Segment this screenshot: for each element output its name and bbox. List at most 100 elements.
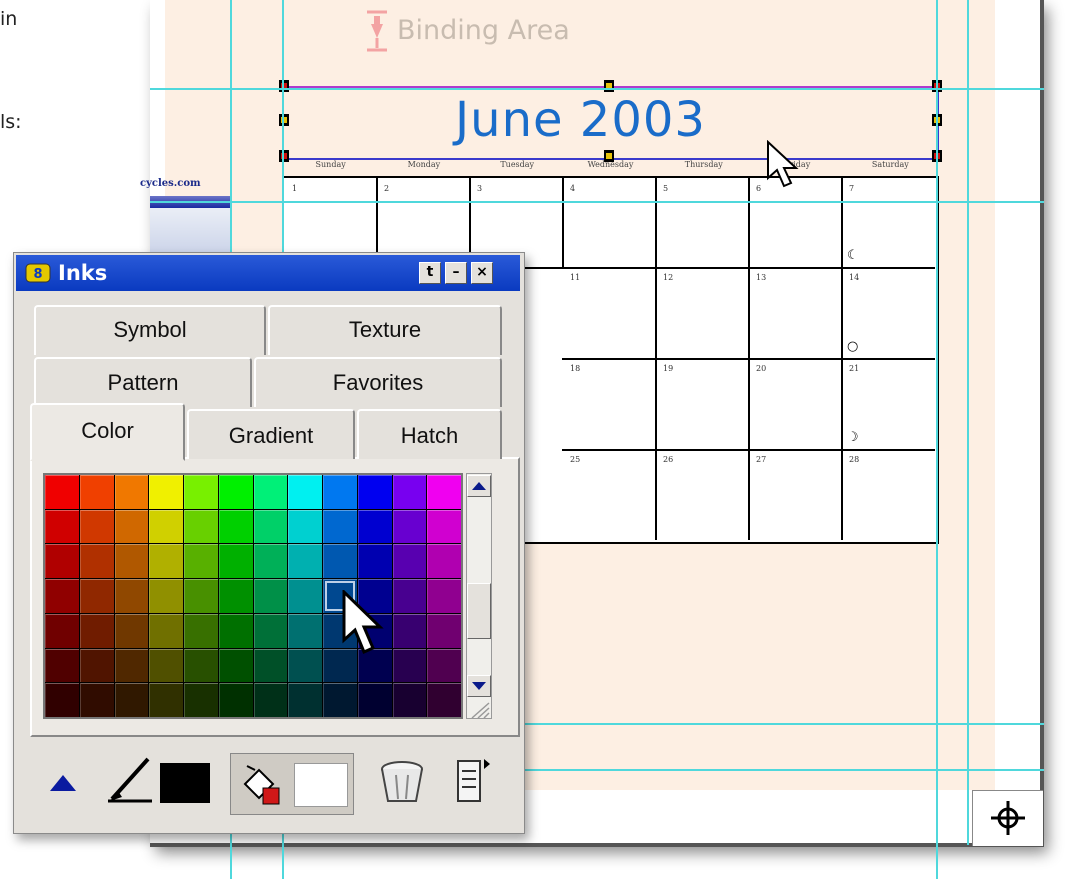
day-cell[interactable]: 4	[562, 178, 657, 269]
color-swatch[interactable]	[114, 613, 149, 648]
guide-line[interactable]	[936, 0, 938, 879]
resize-handle[interactable]	[279, 114, 289, 126]
color-swatch[interactable]	[357, 544, 392, 579]
color-swatch[interactable]	[45, 579, 79, 613]
color-swatch[interactable]	[79, 683, 114, 717]
color-swatch[interactable]	[79, 544, 114, 579]
color-swatch[interactable]	[45, 648, 79, 683]
panel-menu-icon[interactable]	[456, 757, 492, 807]
color-swatch[interactable]	[149, 579, 183, 613]
color-swatch[interactable]	[427, 509, 461, 544]
color-swatch[interactable]	[357, 683, 392, 717]
color-swatch[interactable]	[218, 475, 253, 509]
color-swatch[interactable]	[184, 475, 218, 509]
inks-titlebar[interactable]: 8 Inks t – ×	[16, 255, 520, 291]
color-swatch[interactable]	[114, 579, 149, 613]
color-swatch[interactable]	[45, 683, 79, 717]
tab-gradient[interactable]: Gradient	[187, 409, 355, 459]
color-swatch[interactable]	[357, 509, 392, 544]
color-swatch[interactable]	[288, 509, 322, 544]
tab-favorites[interactable]: Favorites	[254, 357, 502, 407]
color-swatch[interactable]	[45, 544, 79, 579]
color-swatch[interactable]	[79, 648, 114, 683]
color-swatch[interactable]	[427, 648, 461, 683]
pen-icon[interactable]	[104, 753, 158, 805]
color-swatch[interactable]	[253, 579, 288, 613]
color-swatch[interactable]	[392, 648, 427, 683]
color-swatch[interactable]	[114, 475, 149, 509]
tab-hatch[interactable]: Hatch	[357, 409, 502, 459]
color-swatch[interactable]	[218, 683, 253, 717]
day-cell[interactable]: 12	[655, 267, 750, 360]
color-swatch[interactable]	[288, 683, 322, 717]
color-swatch[interactable]	[253, 648, 288, 683]
day-cell[interactable]: 19	[655, 358, 750, 451]
color-swatch[interactable]	[218, 613, 253, 648]
fill-color-swatch[interactable]	[294, 763, 348, 807]
day-cell[interactable]: 13	[748, 267, 843, 360]
color-swatch[interactable]	[392, 544, 427, 579]
color-swatch[interactable]	[427, 475, 461, 509]
color-swatch[interactable]	[218, 544, 253, 579]
color-swatch[interactable]	[79, 475, 114, 509]
color-swatch[interactable]	[253, 683, 288, 717]
color-swatch[interactable]	[427, 613, 461, 648]
scroll-up-button[interactable]	[467, 475, 491, 497]
resize-handle[interactable]	[279, 80, 289, 92]
color-swatch[interactable]	[323, 475, 357, 509]
tab-color[interactable]: Color	[30, 403, 185, 461]
tab-symbol[interactable]: Symbol	[34, 305, 266, 355]
guide-line[interactable]	[150, 201, 1044, 203]
guide-line[interactable]	[967, 0, 969, 845]
trash-icon[interactable]	[376, 755, 428, 807]
day-cell[interactable]: 20	[748, 358, 843, 451]
color-swatch[interactable]	[149, 613, 183, 648]
calendar-title[interactable]: June 2003	[455, 92, 706, 148]
collapse-button[interactable]: t	[419, 262, 441, 284]
color-swatch[interactable]	[392, 579, 427, 613]
color-swatch[interactable]	[149, 648, 183, 683]
day-cell[interactable]: 28	[841, 449, 935, 540]
color-swatch[interactable]	[427, 544, 461, 579]
color-swatch[interactable]	[253, 544, 288, 579]
color-swatch[interactable]	[184, 544, 218, 579]
tab-texture[interactable]: Texture	[268, 305, 502, 355]
color-swatch[interactable]	[184, 613, 218, 648]
color-swatch[interactable]	[392, 613, 427, 648]
day-cell[interactable]: 27	[748, 449, 843, 540]
day-cell[interactable]: 21 ☽	[841, 358, 935, 451]
day-cell[interactable]: 25	[562, 449, 657, 540]
color-swatch[interactable]	[427, 579, 461, 613]
pen-color-swatch[interactable]	[160, 763, 210, 803]
color-swatch[interactable]	[114, 509, 149, 544]
color-swatch[interactable]	[79, 509, 114, 544]
color-swatch[interactable]	[288, 544, 322, 579]
expand-triangle-icon[interactable]	[48, 771, 78, 795]
color-swatch[interactable]	[184, 579, 218, 613]
color-swatch[interactable]	[184, 683, 218, 717]
color-swatch[interactable]	[218, 579, 253, 613]
color-swatch[interactable]	[114, 648, 149, 683]
color-swatch[interactable]	[149, 475, 183, 509]
day-cell[interactable]: 26	[655, 449, 750, 540]
color-swatch[interactable]	[323, 509, 357, 544]
color-palette[interactable]	[43, 473, 463, 719]
color-swatch[interactable]	[114, 544, 149, 579]
color-swatch[interactable]	[45, 509, 79, 544]
color-swatch[interactable]	[218, 509, 253, 544]
color-swatch[interactable]	[253, 613, 288, 648]
day-cell[interactable]: 5	[655, 178, 750, 269]
color-swatch[interactable]	[45, 613, 79, 648]
color-swatch[interactable]	[149, 544, 183, 579]
color-swatch[interactable]	[392, 509, 427, 544]
color-swatch[interactable]	[392, 475, 427, 509]
day-cell[interactable]: 14 ○	[841, 267, 935, 360]
color-swatch[interactable]	[288, 648, 322, 683]
day-cell[interactable]: 11	[562, 267, 657, 360]
close-button[interactable]: ×	[471, 262, 493, 284]
scroll-down-button[interactable]	[467, 675, 491, 697]
color-swatch[interactable]	[427, 683, 461, 717]
color-swatch[interactable]	[149, 509, 183, 544]
tab-pattern[interactable]: Pattern	[34, 357, 252, 407]
color-swatch[interactable]	[323, 683, 357, 717]
